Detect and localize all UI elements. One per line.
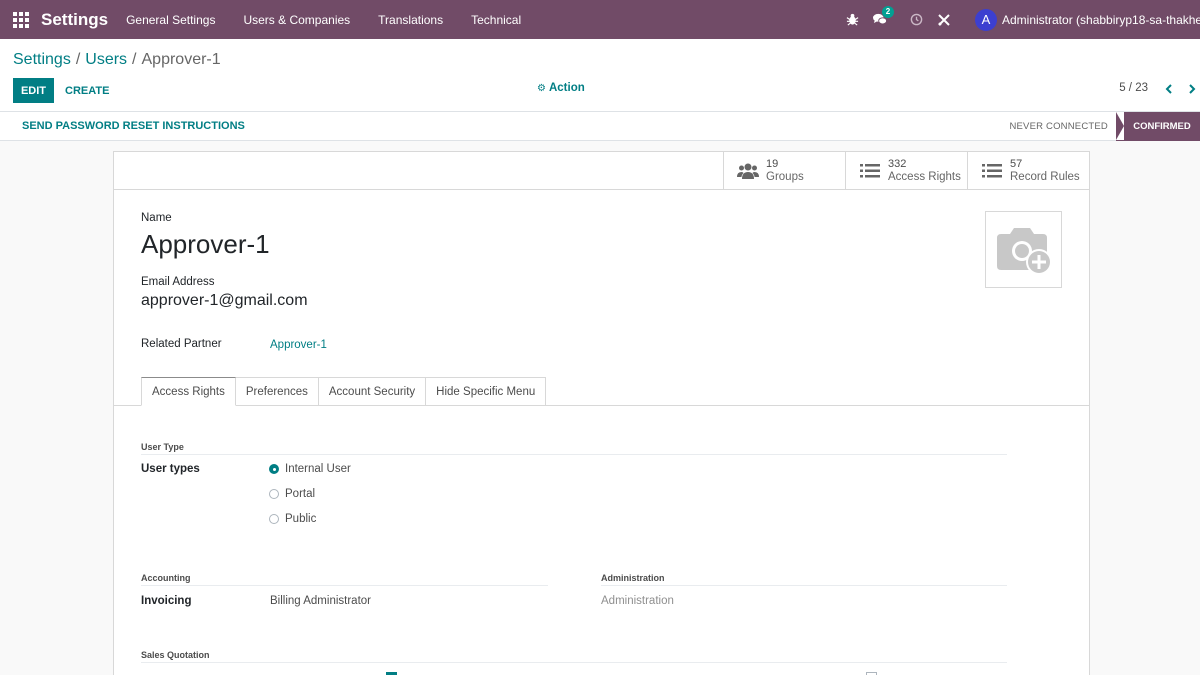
- pager-value[interactable]: 5 / 23: [1119, 82, 1148, 94]
- user-avatar[interactable]: A: [975, 8, 997, 31]
- action-dropdown[interactable]: ⚙ Action: [537, 82, 585, 94]
- accounting-section-title: Accounting: [141, 573, 191, 583]
- name-label: Name: [141, 212, 172, 224]
- invoicing-value[interactable]: Billing Administrator: [270, 595, 371, 607]
- navbar-systray: 2 A Administrator (shabbiryp18-sa-thakhe…: [845, 0, 1200, 39]
- radio-label-public: Public: [285, 513, 317, 525]
- section-divider: [141, 454, 1007, 455]
- chevron-right-icon: [1189, 84, 1196, 94]
- menu-general-settings[interactable]: General Settings: [126, 13, 215, 27]
- tab-preferences[interactable]: Preferences: [235, 377, 319, 406]
- menu-translations[interactable]: Translations: [378, 13, 443, 27]
- menu-technical[interactable]: Technical: [471, 13, 521, 27]
- user-type-section-title: User Type: [141, 442, 184, 452]
- apps-menu-icon[interactable]: [13, 11, 29, 28]
- edit-button[interactable]: EDIT: [13, 78, 54, 103]
- radio-button-checked[interactable]: [269, 464, 279, 474]
- radio-button[interactable]: [269, 489, 279, 499]
- form-statusbar: SEND PASSWORD RESET INSTRUCTIONS NEVER C…: [0, 112, 1200, 141]
- section-divider: [141, 585, 548, 586]
- breadcrumb-current: Approver-1: [141, 51, 221, 68]
- breadcrumb-settings[interactable]: Settings: [13, 51, 71, 69]
- access-rights-label: Access Rights: [888, 171, 961, 183]
- user-photo-placeholder[interactable]: [985, 211, 1062, 288]
- breadcrumb: Settings / Users / Approver-1: [13, 51, 221, 69]
- pager-previous-button[interactable]: [1162, 80, 1176, 98]
- tab-account-security[interactable]: Account Security: [318, 377, 427, 406]
- breadcrumb-users[interactable]: Users: [85, 51, 127, 69]
- related-partner-link[interactable]: Approver-1: [270, 339, 327, 351]
- administration-value[interactable]: Administration: [601, 595, 674, 607]
- messages-badge: 2: [882, 5, 894, 18]
- sales-quotation-section-title: Sales Quotation: [141, 650, 210, 660]
- top-navbar: Settings General Settings Users & Compan…: [0, 0, 1200, 39]
- invoicing-label: Invoicing: [141, 595, 192, 607]
- status-never-connected[interactable]: NEVER CONNECTED: [1009, 121, 1108, 132]
- radio-public[interactable]: Public: [269, 513, 316, 525]
- tab-access-rights[interactable]: Access Rights: [141, 377, 236, 406]
- chevron-left-icon: [1165, 84, 1172, 94]
- radio-label-portal: Portal: [285, 488, 316, 500]
- messages-icon[interactable]: 2: [873, 5, 894, 27]
- groups-label: Groups: [766, 171, 804, 183]
- camera-add-icon: [996, 227, 1052, 275]
- form-sheet: 19 Groups 332 Access Rights 57 Record Ru…: [113, 151, 1090, 675]
- record-rules-count: 57: [1010, 158, 1023, 170]
- action-label: Action: [548, 82, 585, 94]
- menu-users-companies[interactable]: Users & Companies: [243, 13, 350, 27]
- radio-portal[interactable]: Portal: [269, 488, 315, 500]
- breadcrumb-separator: /: [75, 51, 81, 68]
- users-icon: [737, 161, 759, 181]
- radio-button[interactable]: [269, 514, 279, 524]
- list-icon: [981, 161, 1003, 181]
- radio-internal-user[interactable]: Internal User: [269, 463, 351, 475]
- section-divider: [601, 585, 1007, 586]
- debug-tools-icon[interactable]: [937, 13, 951, 27]
- name-value: Approver-1: [141, 229, 270, 259]
- user-types-label: User types: [141, 463, 200, 475]
- app-brand[interactable]: Settings: [41, 10, 108, 30]
- user-menu[interactable]: Administrator (shabbiryp18-sa-thakher1..…: [1002, 13, 1200, 27]
- form-notebook-tabs: Access Rights Preferences Account Securi…: [141, 377, 547, 406]
- access-rights-stat-button[interactable]: 332 Access Rights: [845, 152, 967, 190]
- status-confirmed[interactable]: CONFIRMED: [1116, 112, 1200, 141]
- pager-next-button[interactable]: [1185, 80, 1199, 98]
- gear-icon: ⚙: [537, 82, 546, 94]
- section-divider: [141, 662, 1007, 663]
- administration-section-title: Administration: [601, 573, 665, 583]
- smart-button-box: 19 Groups 332 Access Rights 57 Record Ru…: [114, 152, 1089, 190]
- tab-hide-specific-menu[interactable]: Hide Specific Menu: [426, 377, 547, 406]
- send-password-reset-button[interactable]: SEND PASSWORD RESET INSTRUCTIONS: [22, 120, 245, 132]
- groups-count: 19: [766, 158, 779, 170]
- groups-stat-button[interactable]: 19 Groups: [723, 152, 845, 190]
- control-panel: Settings / Users / Approver-1 EDIT CREAT…: [0, 39, 1200, 112]
- breadcrumb-separator: /: [132, 51, 137, 68]
- email-value: approver-1@gmail.com: [141, 292, 308, 309]
- create-button[interactable]: CREATE: [65, 78, 109, 103]
- access-rights-count: 332: [888, 158, 907, 170]
- list-icon: [859, 161, 881, 181]
- email-label: Email Address: [141, 276, 215, 288]
- activity-clock-icon[interactable]: [909, 13, 923, 27]
- record-rules-label: Record Rules: [1010, 171, 1080, 183]
- record-rules-stat-button[interactable]: 57 Record Rules: [967, 152, 1089, 190]
- related-partner-label: Related Partner: [141, 338, 222, 350]
- radio-label-internal-user: Internal User: [285, 463, 351, 475]
- bug-icon[interactable]: [845, 13, 859, 27]
